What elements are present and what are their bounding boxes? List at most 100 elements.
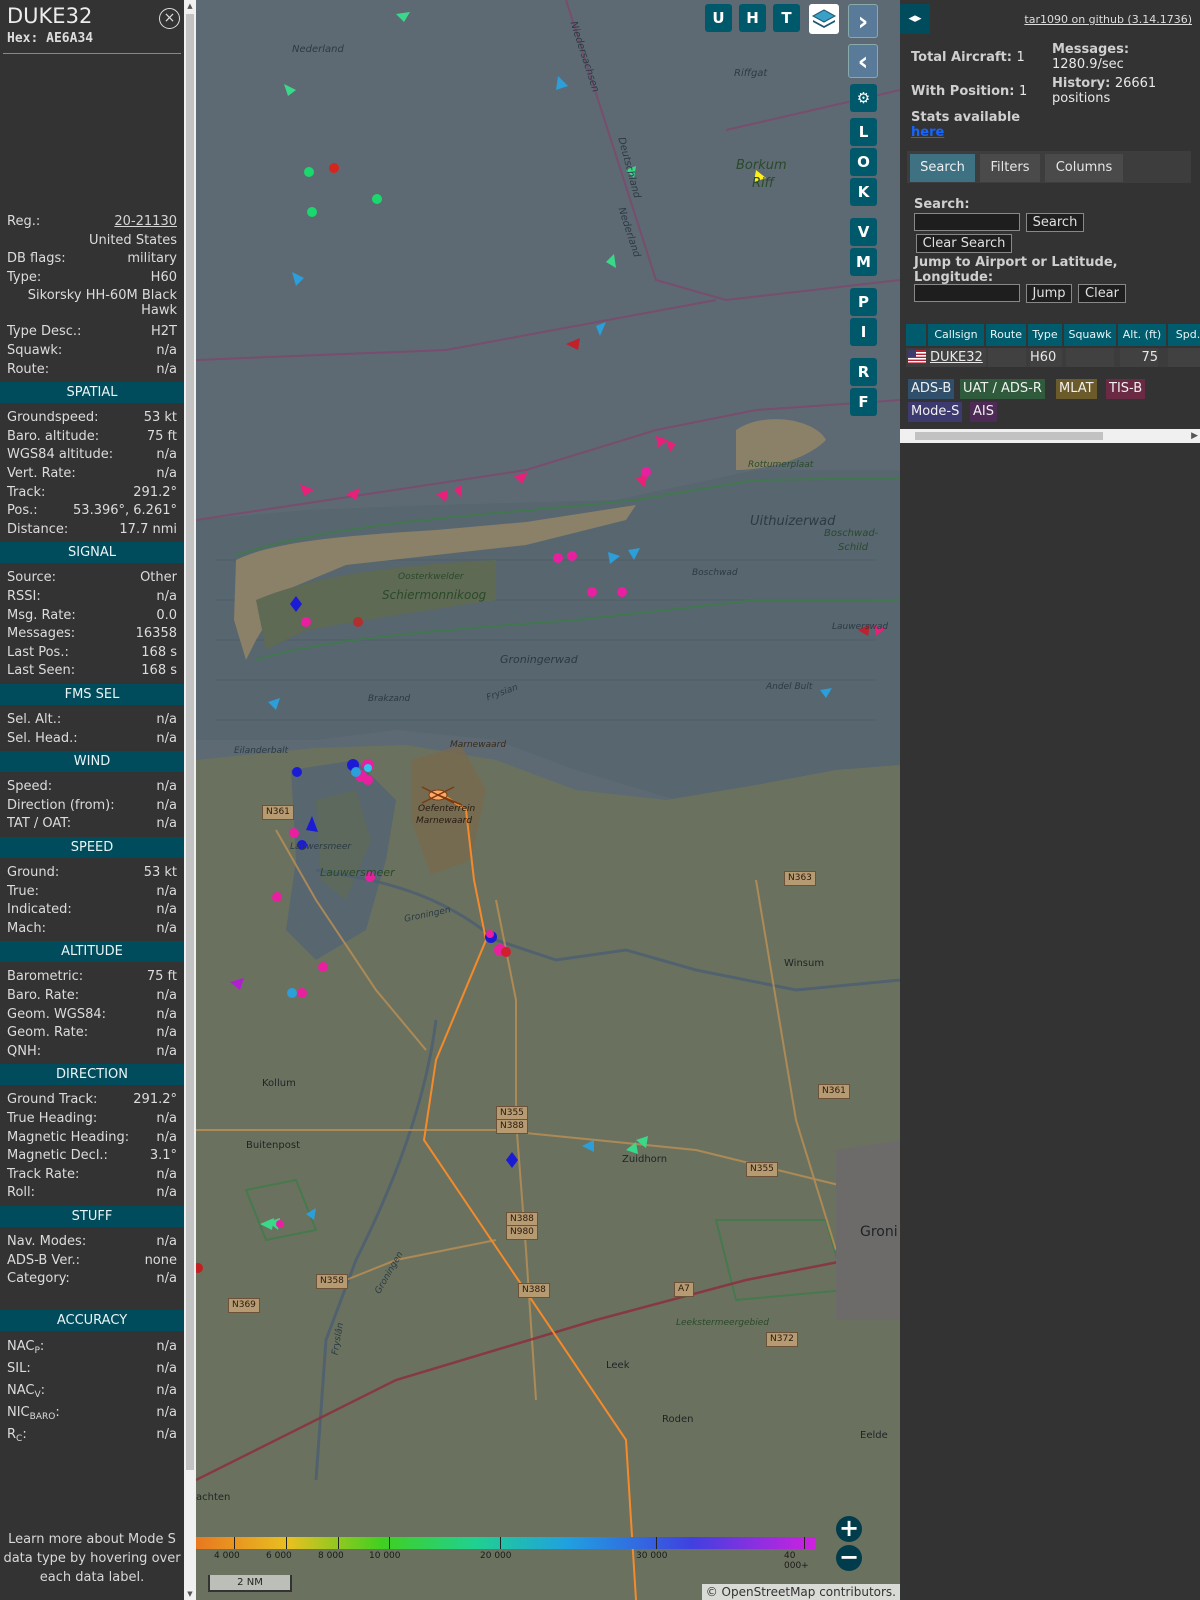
zoom-out-button[interactable]: − bbox=[836, 1545, 862, 1571]
info-row-label[interactable]: Direction (from): bbox=[7, 798, 115, 813]
info-row-label[interactable]: Track: bbox=[7, 485, 45, 500]
info-row-label[interactable]: Last Seen: bbox=[7, 663, 75, 678]
scrollbar-thumb[interactable] bbox=[915, 432, 1103, 440]
info-row-label[interactable]: Pos.: bbox=[7, 503, 38, 518]
info-row-label[interactable]: Nav. Modes: bbox=[7, 1234, 86, 1249]
toggle-l-button[interactable]: L bbox=[850, 118, 877, 146]
info-row-label[interactable]: Magnetic Heading: bbox=[7, 1130, 129, 1145]
info-row-label[interactable]: True: bbox=[7, 884, 39, 899]
info-row: RSSI: n/a bbox=[7, 589, 177, 604]
info-row-label[interactable]: Type: bbox=[7, 270, 41, 285]
toggle-u-button[interactable]: U bbox=[705, 4, 732, 32]
accuracy-row: NICBARO: n/a bbox=[7, 1405, 177, 1422]
info-row-label[interactable]: WGS84 altitude: bbox=[7, 447, 113, 462]
col-header-altitude[interactable]: Alt. (ft) bbox=[1118, 324, 1166, 346]
github-link[interactable]: tar1090 on github (3.14.1736) bbox=[1024, 13, 1192, 26]
info-row-label[interactable]: QNH: bbox=[7, 1044, 41, 1059]
col-header-callsign[interactable]: Callsign bbox=[928, 324, 984, 346]
col-header-route[interactable]: Route bbox=[986, 324, 1026, 346]
zoom-in-button[interactable]: + bbox=[836, 1516, 862, 1542]
next-aircraft-button[interactable]: › bbox=[848, 4, 878, 38]
prev-aircraft-button[interactable]: ‹ bbox=[848, 44, 878, 78]
accuracy-label[interactable]: SIL: bbox=[7, 1361, 31, 1378]
info-row-label[interactable]: Geom. WGS84: bbox=[7, 1007, 106, 1022]
info-panel-scrollbar[interactable]: ▲ ▼ bbox=[184, 0, 196, 1600]
road-label: N369 bbox=[228, 1298, 260, 1313]
info-row-label[interactable]: DB flags: bbox=[7, 251, 66, 266]
info-row-label[interactable]: Mach: bbox=[7, 921, 46, 936]
info-row-label[interactable]: Messages: bbox=[7, 626, 75, 641]
toggle-r-button[interactable]: R bbox=[850, 358, 877, 386]
info-row-label[interactable]: Ground Track: bbox=[7, 1092, 97, 1107]
layers-button[interactable] bbox=[809, 4, 839, 34]
search-input[interactable] bbox=[914, 213, 1020, 231]
accuracy-label[interactable]: NACP: bbox=[7, 1339, 44, 1356]
col-header-squawk[interactable]: Squawk bbox=[1064, 324, 1116, 346]
info-row-label[interactable]: Barometric: bbox=[7, 969, 83, 984]
search-button[interactable]: Search bbox=[1026, 213, 1084, 232]
map-attribution[interactable]: © OpenStreetMap contributors. bbox=[701, 1584, 900, 1600]
info-row-label[interactable]: Last Pos.: bbox=[7, 645, 69, 660]
info-row-label[interactable]: True Heading: bbox=[7, 1111, 97, 1126]
scroll-down-icon[interactable]: ▼ bbox=[184, 1588, 196, 1600]
info-row: Geom. Rate: n/a bbox=[7, 1025, 177, 1040]
accuracy-label[interactable]: NACV: bbox=[7, 1383, 45, 1400]
toggle-m-button[interactable]: M bbox=[850, 248, 877, 276]
info-row-label[interactable]: Baro. altitude: bbox=[7, 429, 99, 444]
info-row-label[interactable]: Vert. Rate: bbox=[7, 466, 76, 481]
map-view[interactable]: Nederland Niedersachsen Riffgat Borkum R… bbox=[196, 0, 900, 1600]
col-header-speed[interactable]: Spd. bbox=[1168, 324, 1200, 346]
toggle-t-button[interactable]: T bbox=[773, 4, 800, 32]
info-row-label[interactable]: Track Rate: bbox=[7, 1167, 79, 1182]
close-icon[interactable]: × bbox=[159, 8, 180, 29]
info-row-label[interactable]: Squawk: bbox=[7, 343, 62, 358]
row-callsign[interactable]: DUKE32 bbox=[930, 348, 986, 367]
info-row-label[interactable]: Type Desc.: bbox=[7, 324, 81, 339]
toggle-h-button[interactable]: H bbox=[739, 4, 766, 32]
info-row-label[interactable]: TAT / OAT: bbox=[7, 816, 71, 831]
settings-button[interactable]: ⚙ bbox=[850, 84, 877, 112]
toggle-v-button[interactable]: V bbox=[850, 218, 877, 246]
info-row-label[interactable]: ADS-B Ver.: bbox=[7, 1253, 80, 1268]
tab-columns[interactable]: Columns bbox=[1045, 154, 1123, 182]
info-row-label[interactable]: Sel. Head.: bbox=[7, 731, 78, 746]
info-row-label[interactable]: Ground: bbox=[7, 865, 59, 880]
info-row-label[interactable]: Magnetic Decl.: bbox=[7, 1148, 108, 1163]
info-row-label[interactable]: RSSI: bbox=[7, 589, 41, 604]
toggle-f-button[interactable]: F bbox=[850, 388, 877, 416]
info-row-label[interactable]: Msg. Rate: bbox=[7, 608, 76, 623]
info-row-label[interactable]: Sel. Alt.: bbox=[7, 712, 61, 727]
clear-search-button[interactable]: Clear Search bbox=[916, 234, 1012, 253]
info-row-label[interactable]: Groundspeed: bbox=[7, 410, 98, 425]
toggle-i-button[interactable]: I bbox=[850, 318, 877, 346]
jump-input[interactable] bbox=[914, 284, 1020, 302]
sidebar-toggle-button[interactable]: ◂▸ bbox=[900, 4, 930, 34]
info-row-label[interactable]: Source: bbox=[7, 570, 56, 585]
info-row-label[interactable]: Reg.: bbox=[7, 214, 40, 229]
scrollbar-thumb[interactable] bbox=[186, 14, 194, 1470]
info-row-label[interactable]: Category: bbox=[7, 1271, 70, 1286]
table-horizontal-scrollbar[interactable]: ▶ bbox=[900, 429, 1200, 443]
col-header-flag[interactable] bbox=[906, 324, 926, 346]
info-row-label[interactable]: Baro. Rate: bbox=[7, 988, 79, 1003]
info-row-label[interactable]: Distance: bbox=[7, 522, 68, 537]
accuracy-label[interactable]: NICBARO: bbox=[7, 1405, 60, 1422]
tab-search[interactable]: Search bbox=[910, 154, 975, 182]
toggle-k-button[interactable]: K bbox=[850, 178, 877, 206]
toggle-o-button[interactable]: O bbox=[850, 148, 877, 176]
scroll-right-icon[interactable]: ▶ bbox=[1191, 429, 1198, 443]
col-header-type[interactable]: Type bbox=[1028, 324, 1062, 346]
tab-filters[interactable]: Filters bbox=[980, 154, 1040, 182]
info-row-label[interactable]: Speed: bbox=[7, 779, 52, 794]
info-row-label[interactable]: Roll: bbox=[7, 1185, 35, 1200]
scroll-up-icon[interactable]: ▲ bbox=[184, 0, 196, 12]
clear-button[interactable]: Clear bbox=[1078, 284, 1126, 303]
info-row-label[interactable]: Geom. Rate: bbox=[7, 1025, 88, 1040]
info-row-value[interactable]: 20-21130 bbox=[114, 214, 177, 229]
toggle-p-button[interactable]: P bbox=[850, 288, 877, 316]
jump-button[interactable]: Jump bbox=[1026, 284, 1072, 303]
info-row-label[interactable]: Indicated: bbox=[7, 902, 72, 917]
accuracy-label[interactable]: RC: bbox=[7, 1427, 27, 1444]
info-row-label[interactable]: Route: bbox=[7, 362, 49, 377]
stats-link[interactable]: here bbox=[911, 125, 944, 140]
